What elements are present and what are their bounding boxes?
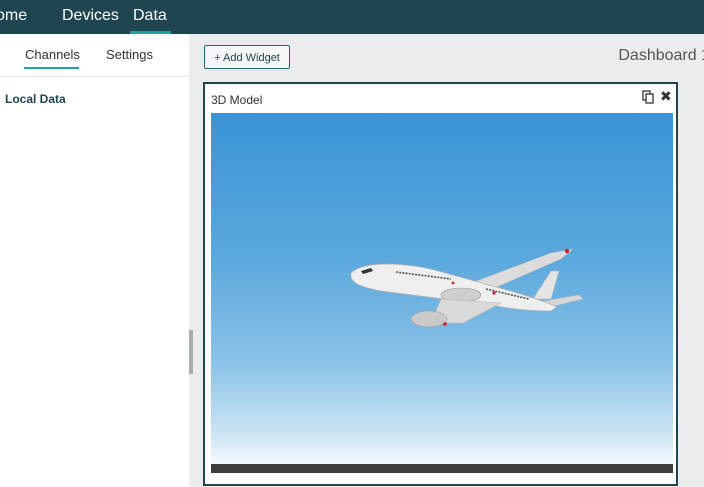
widget-title: 3D Model <box>211 93 263 107</box>
tab-channels[interactable]: Channels <box>25 47 80 63</box>
nav-item-data[interactable]: Data <box>133 6 167 26</box>
copy-icon[interactable] <box>642 90 654 104</box>
widget-3d-model: 3D Model ✖ <box>203 82 678 486</box>
nav-item-home[interactable]: ome <box>0 6 27 26</box>
tab-settings[interactable]: Settings <box>106 47 153 63</box>
sidebar-splitter <box>189 34 203 487</box>
close-icon[interactable]: ✖ <box>660 89 672 103</box>
top-nav-bar: ome Devices Data <box>0 0 704 34</box>
sidebar-tabs: Channels Settings <box>0 34 189 77</box>
viewport-status-bar <box>211 464 673 473</box>
tree-item-local-data[interactable]: Local Data <box>5 92 66 106</box>
active-tab-indicator <box>24 67 79 69</box>
dashboard-area: + Add Widget Dashboard 1 3D Model ✖ <box>203 34 704 487</box>
airplane-model <box>350 248 584 328</box>
sidebar: Channels Settings Local Data <box>0 34 189 487</box>
nav-item-devices[interactable]: Devices <box>62 6 119 26</box>
3d-viewport[interactable] <box>211 113 673 473</box>
add-widget-button[interactable]: + Add Widget <box>204 45 290 69</box>
splitter-handle[interactable] <box>189 330 193 374</box>
dashboard-title: Dashboard 1 <box>618 47 704 64</box>
